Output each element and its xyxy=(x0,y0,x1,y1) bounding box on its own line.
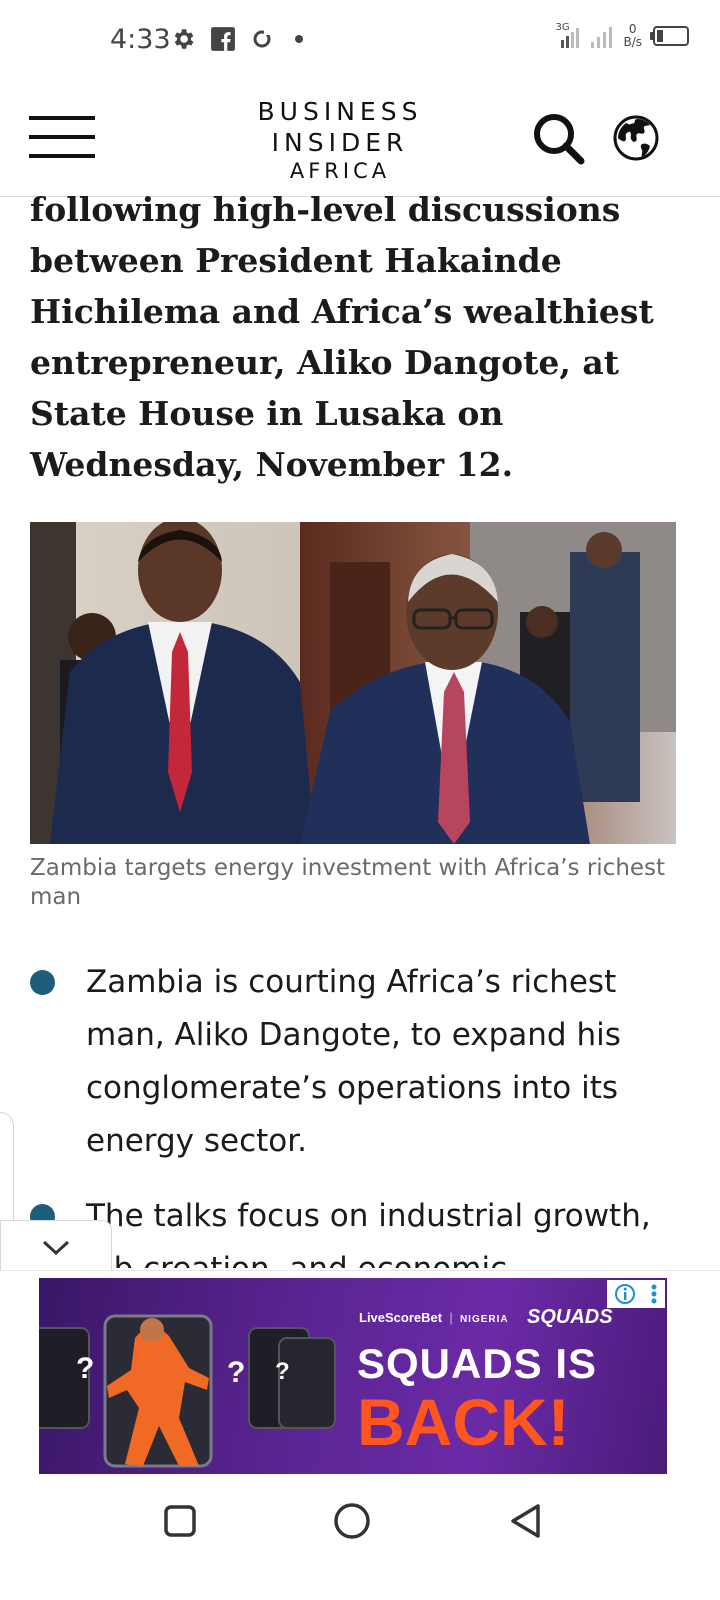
signal-icon xyxy=(591,27,613,48)
facebook-icon xyxy=(211,27,235,51)
menu-icon[interactable] xyxy=(29,116,95,158)
system-nav-bar xyxy=(0,1476,720,1600)
ad-headline-accent: BACK! xyxy=(357,1385,570,1459)
dot-icon xyxy=(295,35,303,43)
chevron-down-icon xyxy=(42,1240,70,1256)
ad-headline: SQUADS IS xyxy=(357,1340,598,1387)
clock: 4:33 xyxy=(110,24,171,55)
ad-logo: SQUADS xyxy=(527,1306,613,1328)
net-speed: 0 B/s xyxy=(623,22,642,49)
sync-icon xyxy=(253,29,271,48)
ad-brand-name: LiveScoreBet xyxy=(359,1310,443,1325)
image-caption: Zambia targets energy investment with Af… xyxy=(30,855,666,910)
article-image[interactable] xyxy=(30,522,676,844)
circle-icon[interactable] xyxy=(333,1502,371,1540)
ad-region: NIGERIA xyxy=(459,1314,509,1325)
card-question-mark: ? xyxy=(76,1352,95,1385)
ad-brand: LiveScoreBet | NIGERIA xyxy=(359,1310,509,1325)
search-icon[interactable] xyxy=(530,110,586,166)
square-icon[interactable] xyxy=(163,1504,197,1538)
ad-choices[interactable] xyxy=(607,1280,665,1308)
triangle-back-icon[interactable] xyxy=(508,1502,544,1540)
more-vertical-icon[interactable] xyxy=(650,1283,658,1305)
article-headline: following high-level discussions between… xyxy=(30,190,654,484)
card-question-mark: ? xyxy=(227,1356,246,1389)
collapse-ad-button[interactable] xyxy=(0,1220,112,1277)
info-icon[interactable] xyxy=(614,1283,636,1305)
site-logo[interactable]: BUSINESS INSIDER AFRICA xyxy=(230,96,450,185)
battery-icon xyxy=(650,26,689,46)
status-bar: 4:33 3G 0 B/s xyxy=(0,0,720,80)
signal-3g-icon: 3G xyxy=(555,22,581,50)
gear-icon xyxy=(174,29,194,49)
globe-icon[interactable] xyxy=(612,114,660,162)
ad-banner[interactable]: ? ? ? LiveScoreBet | NIGERIA SQUADS SQUA… xyxy=(39,1278,667,1474)
bullet-icon xyxy=(30,970,55,995)
site-header: BUSINESS INSIDER AFRICA xyxy=(0,80,720,197)
card-question-mark: ? xyxy=(275,1358,290,1385)
